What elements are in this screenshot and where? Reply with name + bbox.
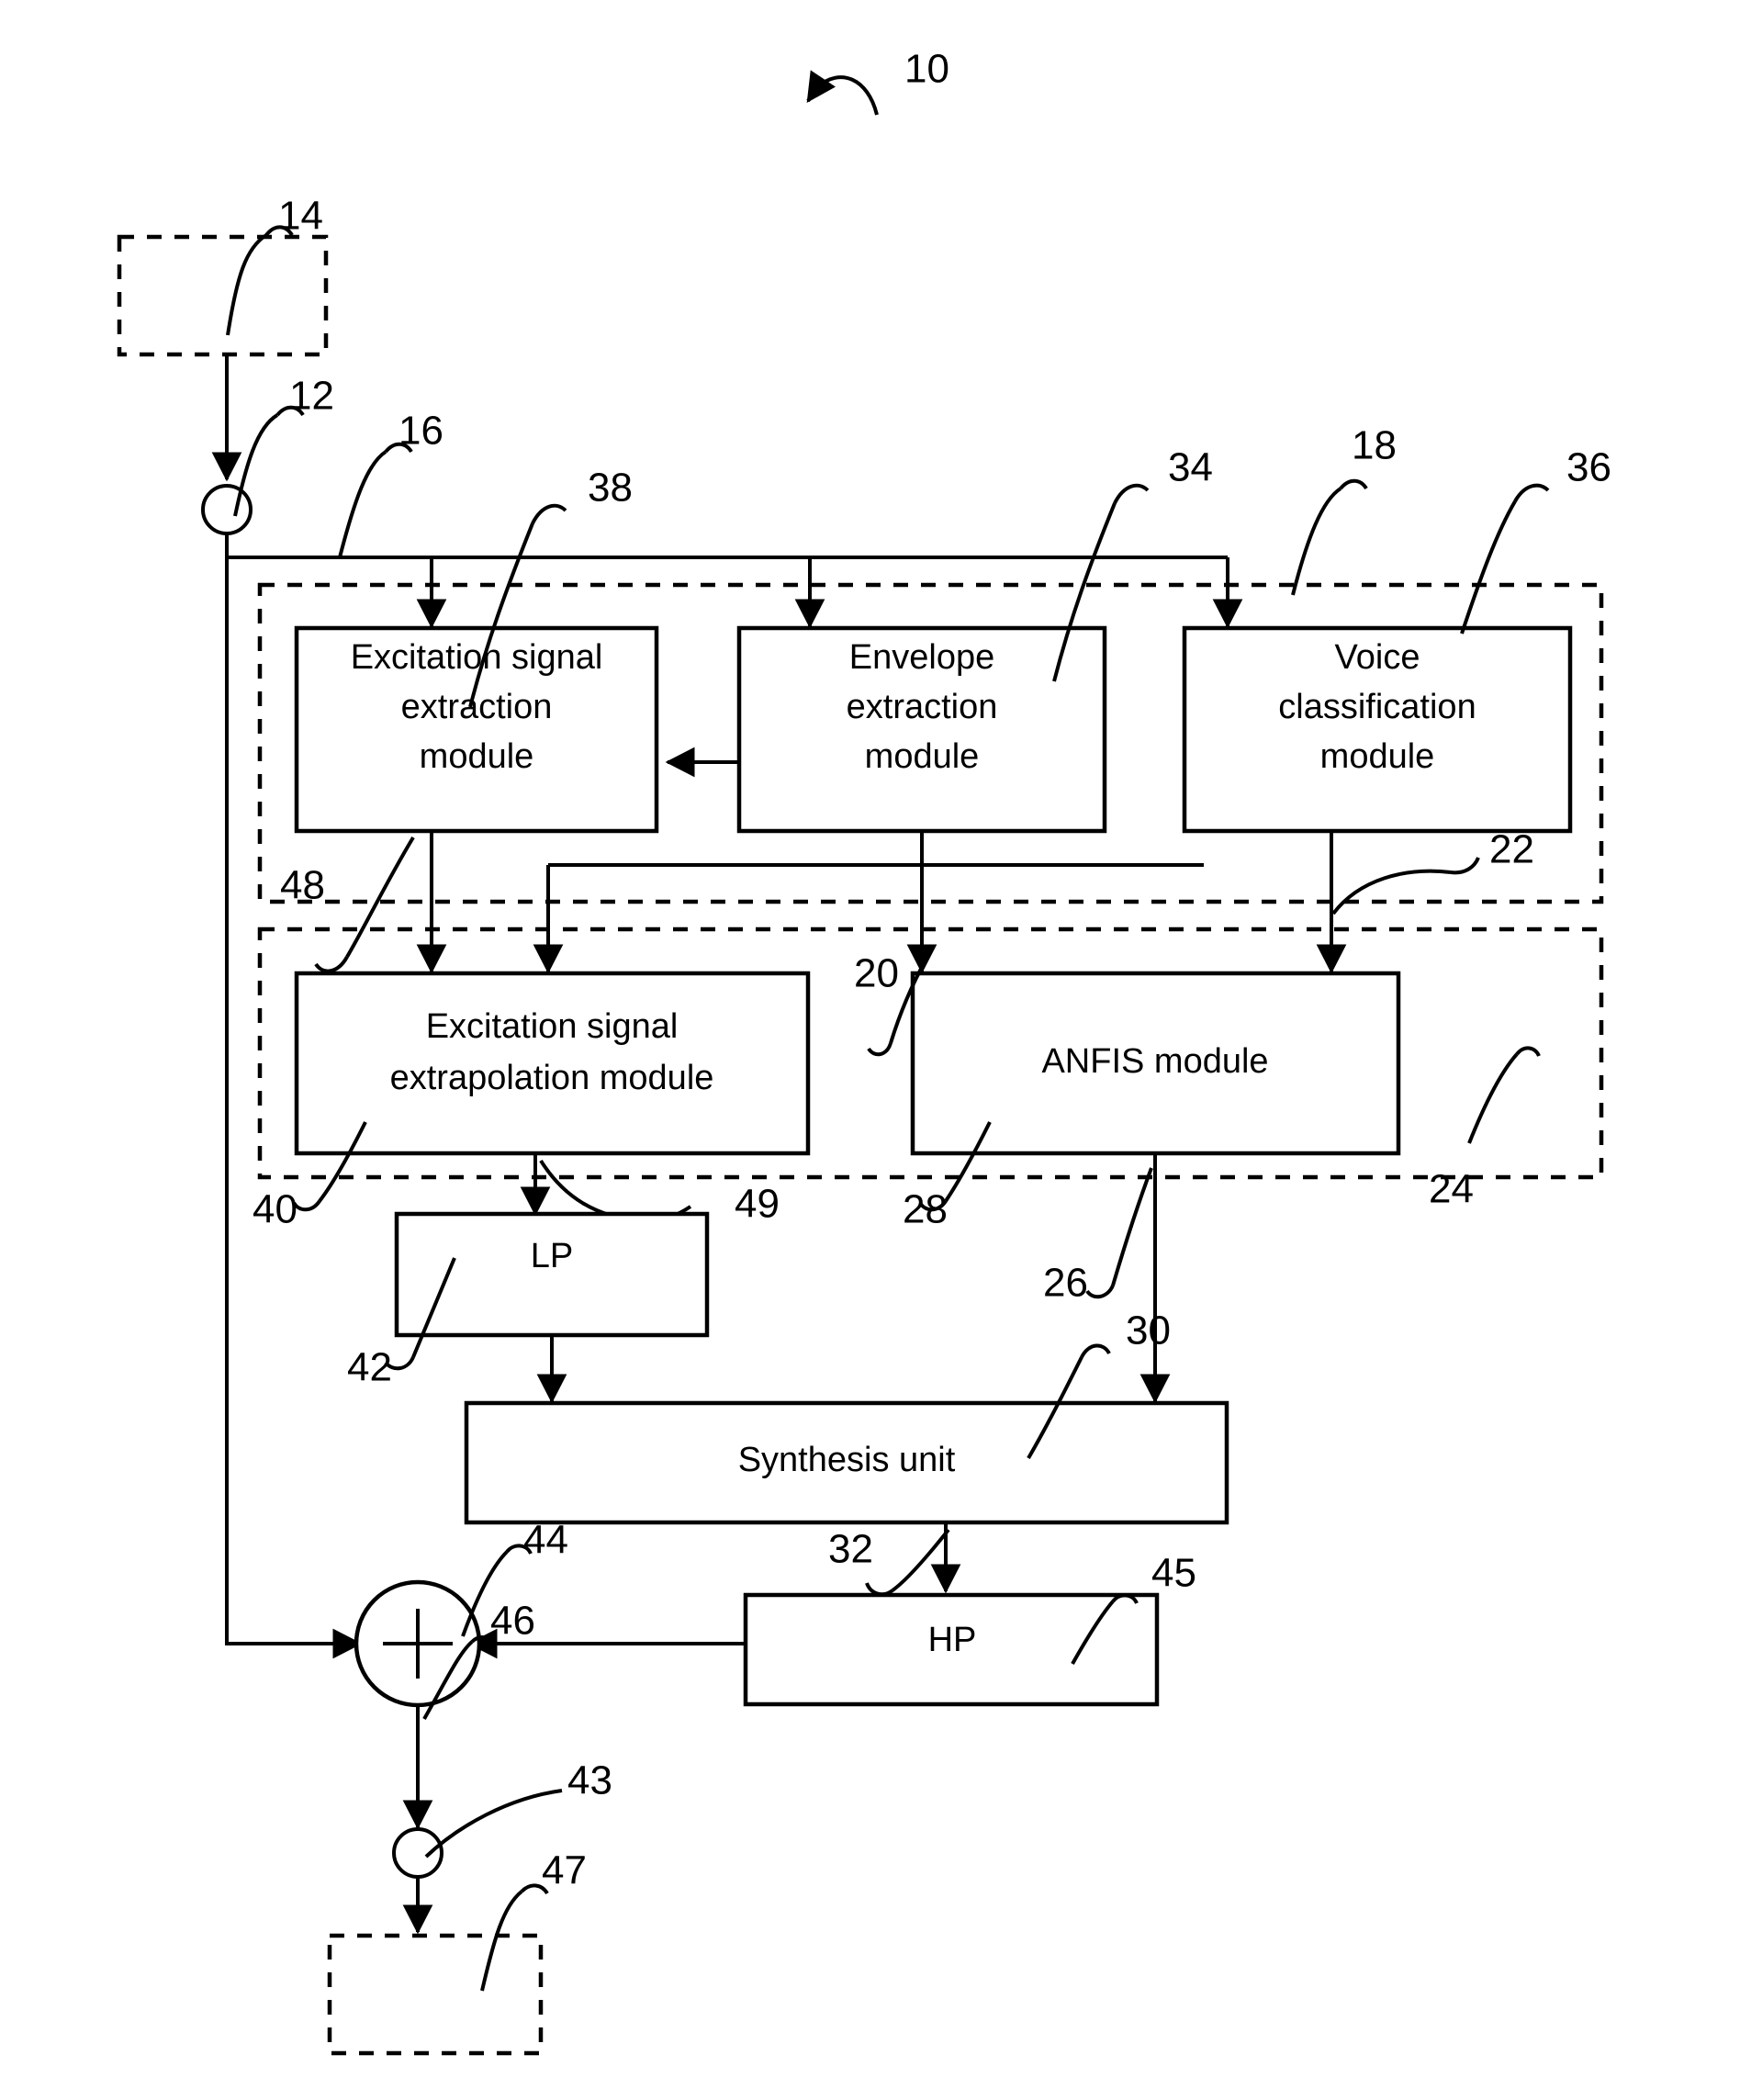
lp-filter-block[interactable]: LP 42 [347,1211,710,1404]
voice-classification-module[interactable]: Voice classification module 36 [1182,445,1611,834]
lp-filter-label: LP [531,1237,573,1275]
envelope-extraction-label-line3: module [865,737,980,776]
ref-numeral-16: 16 [399,409,443,454]
input-source-rect [117,234,329,357]
ref-numeral-38: 38 [588,466,633,511]
ref-numeral-22: 22 [1489,827,1534,872]
ref-numeral-49: 49 [735,1182,780,1227]
excitation-extraction-label-line3: module [420,737,534,776]
excitation-extrapolation-module[interactable]: Excitation signal extrapolation module 4… [253,971,811,1232]
hp-filter-block[interactable]: HP 45 [467,1551,1196,1707]
anfis-module[interactable]: ANFIS module 20 28 [854,951,1401,1232]
ref-numeral-47: 47 [542,1848,587,1893]
voice-classification-label-line1: Voice [1335,638,1420,677]
ref-numeral-26: 26 [1043,1261,1088,1306]
voice-classification-label-line2: classification [1278,688,1476,726]
figure-canvas: 10 14 12 16 18 Excitation signal extract… [0,0,1740,2100]
excitation-extrapolation-label-line2: extrapolation module [390,1059,714,1097]
voice-classification-label-line3: module [1320,737,1435,776]
ref-numeral-44: 44 [523,1518,568,1563]
ref-numeral-30: 30 [1126,1308,1171,1353]
summing-junction: 44 [354,1518,568,1708]
ref-numeral-32: 32 [828,1527,873,1572]
envelope-extraction-label-line2: extraction [847,688,998,726]
excitation-extraction-label-line2: extraction [401,688,553,726]
ref-numeral-45: 45 [1151,1551,1196,1596]
anfis-output-route: 26 [1043,1153,1171,1404]
classification-signal-route: 22 [1316,827,1534,974]
synthesis-unit-label: Synthesis unit [738,1441,956,1479]
ref-numeral-48: 48 [280,863,325,908]
ref-numeral-14: 14 [278,194,323,239]
anfis-label: ANFIS module [1041,1042,1268,1081]
hp-filter-label: HP [928,1621,977,1659]
block-diagram: 10 14 12 16 18 Excitation signal extract… [117,47,1611,2056]
ref-numeral-40: 40 [253,1187,297,1232]
ref-numeral-18: 18 [1352,423,1397,468]
ref-numeral-12: 12 [289,374,334,419]
output-sink-rect [327,1933,544,2056]
excitation-extrapolation-label-line1: Excitation signal [426,1007,679,1046]
ref-numeral-46: 46 [490,1599,535,1644]
ref-numeral-36: 36 [1566,445,1611,490]
ref-numeral-24: 24 [1429,1167,1474,1212]
envelope-extraction-module[interactable]: Envelope extraction module 34 [665,445,1213,834]
ref-numeral-20: 20 [854,951,899,996]
input-source-block: 14 [117,194,329,357]
excitation-extraction-label-line1: Excitation signal [351,638,603,677]
synthesis-unit-block[interactable]: Synthesis unit 30 32 [464,1308,1229,1597]
ref-numeral-34: 34 [1168,445,1213,490]
ref-numeral-43: 43 [567,1758,612,1803]
input-node-circle [201,484,253,535]
ref-numeral-42: 42 [347,1345,392,1390]
figure-ref-10: 10 [806,47,949,116]
output-node-circle [392,1827,443,1879]
input-path: 12 [201,354,334,557]
envelope-extraction-label-line1: Envelope [849,638,994,677]
ref-numeral-10: 10 [904,47,949,92]
ref-numeral-28: 28 [903,1187,948,1232]
